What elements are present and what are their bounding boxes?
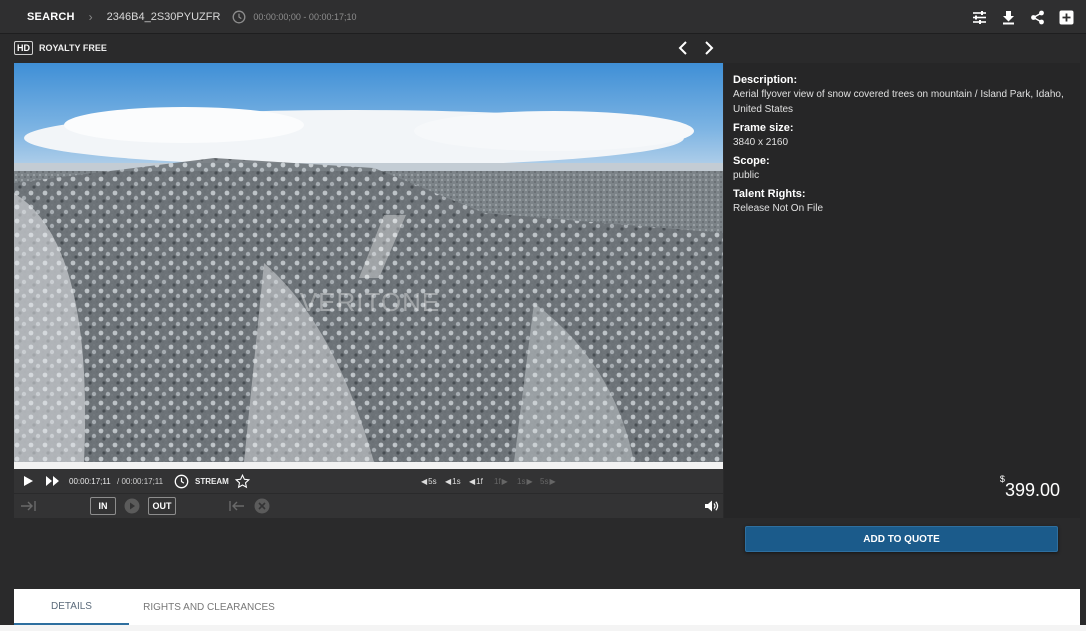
mark-controls: IN OUT — [14, 494, 723, 518]
go-to-start-icon[interactable] — [228, 500, 245, 512]
stream-label[interactable]: STREAM — [195, 477, 229, 486]
time-range: 00:00:00;00 - 00:00:17;10 — [253, 11, 357, 22]
tab-rights-and-clearances[interactable]: RIGHTS AND CLEARANCES — [129, 589, 289, 625]
scrub-progress — [14, 462, 723, 469]
step-back-icon: ◀ — [469, 476, 476, 486]
step-forward-icon: ▶ — [549, 476, 556, 486]
clip-navigation — [676, 40, 716, 56]
share-icon[interactable] — [1030, 10, 1045, 25]
player-controls: 00:00:17;11 / 00:00:17;11 STREAM ◀ 5s ◀ 1s… — [14, 469, 723, 493]
frame-size-label: Frame size: — [733, 122, 794, 134]
talent-rights-value: Release Not On File — [733, 203, 824, 214]
detail-tabs: DETAILS RIGHTS AND CLEARANCES — [14, 589, 1080, 625]
price: $399.00 — [1000, 474, 1060, 501]
add-icon[interactable] — [1059, 10, 1074, 25]
chevron-right-icon[interactable] — [702, 40, 716, 56]
description-value: Aerial flyover view of snow covered tree… — [733, 89, 1064, 115]
step-forward-1f-button[interactable]: 1f ▶ — [494, 477, 508, 486]
tab-details[interactable]: DETAILS — [14, 589, 129, 625]
price-amount: 399.00 — [1004, 480, 1060, 500]
step-forward-icon: ▶ — [526, 476, 533, 486]
svg-text:VERITONE: VERITONE — [300, 287, 440, 317]
scrub-bar[interactable] — [14, 462, 723, 469]
play-icon[interactable] — [23, 475, 34, 487]
frame-size-value: 3840 x 2160 — [733, 137, 789, 148]
add-to-quote-button[interactable]: ADD TO QUOTE — [745, 526, 1058, 552]
step-back-1s-button[interactable]: ◀ 1s — [445, 477, 461, 486]
sliders-icon[interactable] — [972, 10, 987, 25]
star-icon[interactable] — [235, 473, 250, 489]
clock-icon[interactable] — [174, 474, 189, 489]
duration-timecode: / 00:00:17;11 — [117, 476, 164, 486]
go-to-end-icon[interactable] — [20, 500, 37, 512]
mark-out-button[interactable]: OUT — [148, 497, 176, 515]
step-back-5s-button[interactable]: ◀ 5s — [421, 477, 437, 486]
clip-details-panel: Description: Aerial flyover view of snow… — [724, 63, 1080, 518]
step-forward-icon: ▶ — [501, 476, 508, 486]
clear-marks-icon[interactable] — [254, 498, 270, 514]
mark-in-button[interactable]: IN — [90, 497, 116, 515]
hd-badge: HD — [14, 41, 33, 55]
download-icon[interactable] — [1001, 10, 1016, 25]
description-label: Description: — [733, 74, 798, 86]
license-label: ROYALTY FREE — [39, 43, 107, 53]
breadcrumb-search[interactable]: SEARCH — [27, 11, 75, 23]
chevron-right-icon: › — [88, 9, 93, 24]
clock-icon — [232, 10, 246, 23]
fast-forward-icon[interactable] — [45, 475, 60, 487]
price-currency: $ — [999, 474, 1005, 484]
step-forward-1s-button[interactable]: 1s ▶ — [517, 477, 533, 486]
step-back-icon: ◀ — [445, 476, 452, 486]
top-bar: SEARCH › 2346B4_2S30PYUZFR 00:00:00;00 -… — [0, 0, 1086, 34]
current-timecode: 00:00:17;11 — [69, 476, 111, 486]
step-forward-5s-button[interactable]: 5s ▶ — [540, 477, 556, 486]
chevron-left-icon[interactable] — [676, 40, 690, 56]
step-back-1f-button[interactable]: ◀ 1f — [469, 477, 483, 486]
volume-icon[interactable] — [704, 499, 719, 513]
video-frame-image: VERITONE — [14, 63, 723, 462]
scope-label: Scope: — [733, 155, 770, 167]
step-back-icon: ◀ — [421, 476, 428, 486]
scope-value: public — [733, 170, 760, 181]
play-selection-icon[interactable] — [124, 498, 140, 514]
video-preview[interactable]: VERITONE — [14, 63, 723, 462]
license-row: HD ROYALTY FREE — [14, 40, 107, 56]
page-bottom — [0, 625, 1086, 631]
breadcrumb-clip-id: 2346B4_2S30PYUZFR — [106, 10, 221, 23]
talent-rights-label: Talent Rights: — [733, 188, 806, 200]
